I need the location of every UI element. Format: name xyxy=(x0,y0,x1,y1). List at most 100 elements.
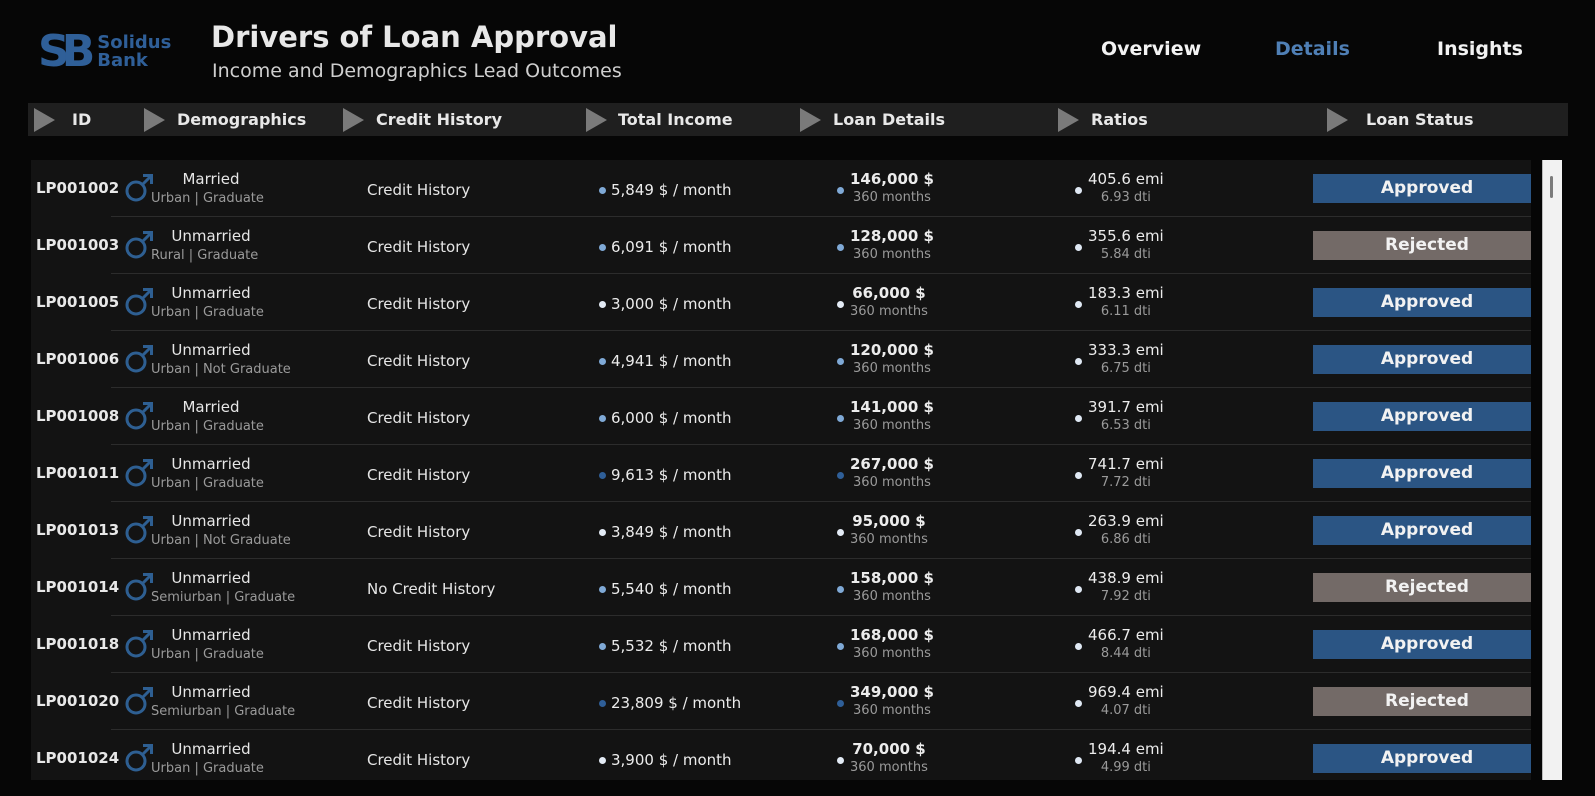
income-dot-icon xyxy=(599,642,606,650)
loan-term: 360 months xyxy=(853,190,931,205)
male-icon xyxy=(124,172,154,204)
ratios-cell: 405.6 emi 6.93 dti xyxy=(1075,170,1164,205)
loan-dot-icon xyxy=(837,358,844,365)
logo-text: Solidus Bank xyxy=(97,34,171,70)
loan-table[interactable]: LP001002 Married Urban | Graduate Credit… xyxy=(31,160,1531,780)
table-row[interactable]: LP001020 Unmarried Semiurban | Graduate … xyxy=(31,673,1531,730)
loan-status-badge[interactable]: Approved xyxy=(1313,516,1531,545)
loan-amount: 168,000 $ xyxy=(850,626,934,644)
demographics-cell: Unmarried Urban | Graduate xyxy=(151,740,271,776)
loan-term: 360 months xyxy=(853,646,931,661)
loan-dot-icon xyxy=(837,643,844,650)
vertical-scrollbar[interactable] xyxy=(1542,160,1562,780)
loan-dot-icon xyxy=(837,700,844,707)
total-income: 5,532 $ / month xyxy=(611,637,732,655)
demographics-cell: Unmarried Urban | Graduate xyxy=(151,284,271,320)
loan-status-badge[interactable]: Approved xyxy=(1313,744,1531,773)
marital-status: Married xyxy=(182,398,240,416)
triangle-right-icon xyxy=(800,107,821,132)
loan-id: LP001002 xyxy=(36,179,120,197)
emi-ratio: 333.3 emi xyxy=(1088,341,1164,359)
table-row[interactable]: LP001018 Unmarried Urban | Graduate Cred… xyxy=(31,616,1531,673)
loan-id: LP001006 xyxy=(36,350,120,368)
loan-id: LP001005 xyxy=(36,293,120,311)
total-income: 5,540 $ / month xyxy=(611,580,732,598)
loan-id: LP001003 xyxy=(36,236,120,254)
table-row[interactable]: LP001006 Unmarried Urban | Not Graduate … xyxy=(31,331,1531,388)
table-row[interactable]: LP001008 Married Urban | Graduate Credit… xyxy=(31,388,1531,445)
total-income-cell: 6,000 $ / month xyxy=(599,409,732,427)
nav-overview[interactable]: Overview xyxy=(1101,38,1201,60)
loan-status-badge[interactable]: Approved xyxy=(1313,630,1531,659)
loan-status-badge[interactable]: Approved xyxy=(1313,402,1531,431)
male-icon xyxy=(124,457,154,489)
loan-status-badge[interactable]: Approved xyxy=(1313,174,1531,203)
table-row[interactable]: LP001003 Unmarried Rural | Graduate Cred… xyxy=(31,217,1531,274)
total-income-cell: 3,900 $ / month xyxy=(599,751,732,769)
dti-ratio: 8.44 dti xyxy=(1100,646,1151,661)
table-row[interactable]: LP001014 Unmarried Semiurban | Graduate … xyxy=(31,559,1531,616)
loan-status-badge[interactable]: Rejected xyxy=(1313,231,1531,260)
column-header-loan-details[interactable]: Loan Details xyxy=(800,103,945,136)
column-header-label: Credit History xyxy=(376,110,502,129)
credit-history: Credit History xyxy=(367,352,471,370)
ratios-cell: 333.3 emi 6.75 dti xyxy=(1075,341,1164,376)
area-education: Urban | Graduate xyxy=(151,761,264,776)
emi-ratio: 183.3 emi xyxy=(1088,284,1164,302)
nav-details[interactable]: Details xyxy=(1275,38,1350,60)
emi-ratio: 969.4 emi xyxy=(1088,683,1164,701)
loan-status-badge[interactable]: Approved xyxy=(1313,459,1531,488)
area-education: Urban | Graduate xyxy=(151,305,264,320)
income-dot-icon xyxy=(599,585,606,593)
income-dot-icon xyxy=(599,414,606,422)
emi-ratio: 391.7 emi xyxy=(1088,398,1164,416)
scrollbar-thumb[interactable] xyxy=(1550,176,1553,198)
column-header-total-income[interactable]: Total Income xyxy=(586,103,733,136)
column-header-loan-status[interactable]: Loan Status xyxy=(1327,103,1473,136)
dti-ratio: 6.86 dti xyxy=(1100,532,1151,547)
loan-dot-icon xyxy=(837,757,844,764)
marital-status: Unmarried xyxy=(171,455,251,473)
ratios-cell: 741.7 emi 7.72 dti xyxy=(1075,455,1164,490)
loan-amount: 66,000 $ xyxy=(852,284,926,302)
column-header-demographics[interactable]: Demographics xyxy=(144,103,306,136)
ratio-dot-icon xyxy=(1075,472,1082,479)
column-header-credit-history[interactable]: Credit History xyxy=(343,103,502,136)
triangle-right-icon xyxy=(1058,107,1079,132)
demographics-cell: Married Urban | Graduate xyxy=(151,398,271,434)
table-row[interactable]: LP001013 Unmarried Urban | Not Graduate … xyxy=(31,502,1531,559)
loan-amount: 70,000 $ xyxy=(852,740,926,758)
loan-details-cell: 66,000 $ 360 months xyxy=(837,284,928,319)
area-education: Urban | Graduate xyxy=(151,647,264,662)
dashboard: SB Solidus Bank Drivers of Loan Approval… xyxy=(0,0,1595,796)
income-dot-icon xyxy=(599,471,606,479)
column-header-ratios[interactable]: Ratios xyxy=(1058,103,1148,136)
loan-details-cell: 70,000 $ 360 months xyxy=(837,740,928,775)
table-row[interactable]: LP001024 Unmarried Urban | Graduate Cred… xyxy=(31,730,1531,780)
column-header-id[interactable]: ID xyxy=(34,103,91,136)
triangle-right-icon xyxy=(144,107,165,132)
total-income-cell: 23,809 $ / month xyxy=(599,694,741,712)
table-row[interactable]: LP001011 Unmarried Urban | Graduate Cred… xyxy=(31,445,1531,502)
page-title: Drivers of Loan Approval xyxy=(211,20,618,54)
ratio-dot-icon xyxy=(1075,643,1082,650)
emi-ratio: 263.9 emi xyxy=(1088,512,1164,530)
loan-status-badge[interactable]: Approved xyxy=(1313,288,1531,317)
ratios-cell: 263.9 emi 6.86 dti xyxy=(1075,512,1164,547)
income-dot-icon xyxy=(599,186,606,194)
total-income-cell: 5,532 $ / month xyxy=(599,637,732,655)
loan-status-badge[interactable]: Rejected xyxy=(1313,687,1531,716)
nav-insights[interactable]: Insights xyxy=(1437,38,1523,60)
loan-term: 360 months xyxy=(853,475,931,490)
table-row[interactable]: LP001005 Unmarried Urban | Graduate Cred… xyxy=(31,274,1531,331)
dti-ratio: 4.07 dti xyxy=(1100,703,1151,718)
male-icon xyxy=(124,286,154,318)
loan-status-badge[interactable]: Rejected xyxy=(1313,573,1531,602)
emi-ratio: 405.6 emi xyxy=(1088,170,1164,188)
loan-status-badge[interactable]: Approved xyxy=(1313,345,1531,374)
table-row[interactable]: LP001002 Married Urban | Graduate Credit… xyxy=(31,160,1531,217)
triangle-right-icon xyxy=(343,107,364,132)
income-dot-icon xyxy=(599,756,606,764)
loan-dot-icon xyxy=(837,586,844,593)
dti-ratio: 6.93 dti xyxy=(1100,190,1151,205)
